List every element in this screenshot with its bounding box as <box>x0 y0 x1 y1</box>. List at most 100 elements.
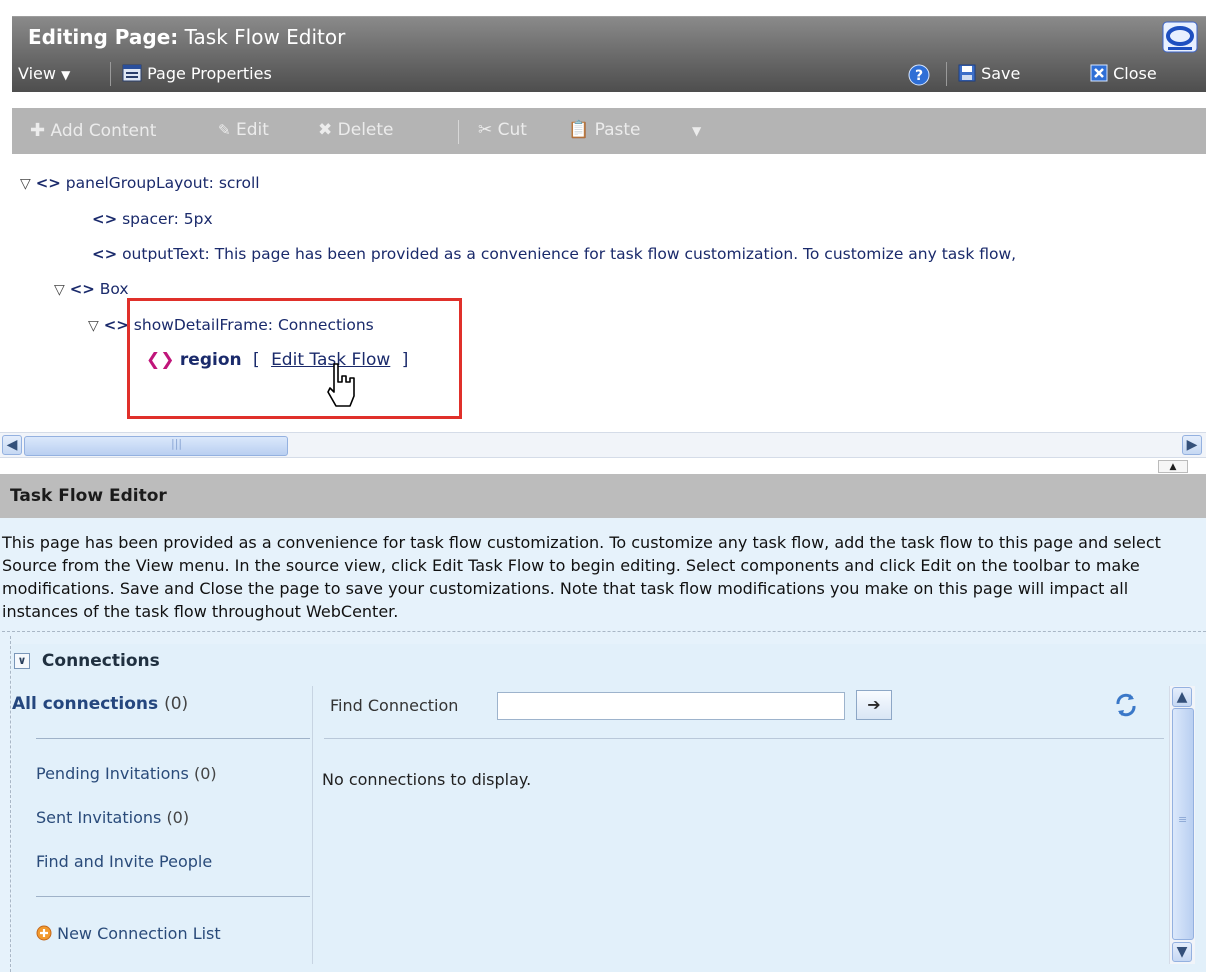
editor-menu-bar: View ▼ Page Properties ? Save Close <box>12 56 1206 92</box>
page-properties-button[interactable]: Page Properties <box>122 64 272 83</box>
expanded-triangle-icon[interactable]: ▽ <box>88 318 99 334</box>
pending-invitations-link[interactable]: Pending Invitations (0) <box>36 764 217 783</box>
new-list-label: New Connection List <box>57 924 221 943</box>
delete-button[interactable]: ✖ Delete <box>318 120 394 140</box>
tree-node-panel-group[interactable]: ▽ <> panelGroupLayout: scroll <box>20 174 260 192</box>
close-button[interactable]: Close <box>1090 64 1157 83</box>
dashed-divider <box>2 631 1206 632</box>
tree-node-label[interactable]: outputText: This page has been provided … <box>122 245 1016 263</box>
edit-button[interactable]: ✎ Edit <box>218 120 269 140</box>
oracle-logo-icon <box>1162 21 1198 53</box>
delete-label: Delete <box>337 120 394 140</box>
cut-label: Cut <box>497 120 527 140</box>
tree-node-box[interactable]: ▽ <> Box <box>54 280 129 298</box>
clipboard-icon: 📋 <box>568 120 590 140</box>
scissors-icon: ✂ <box>478 120 493 140</box>
paste-button[interactable]: 📋 Paste <box>568 120 640 140</box>
sent-label: Sent Invitations <box>36 808 162 827</box>
horizontal-scrollbar[interactable]: ◀ ||| ▶ <box>0 432 1206 458</box>
all-connections-link[interactable]: All connections (0) <box>12 694 188 714</box>
tree-node-spacer[interactable]: <> spacer: 5px <box>92 210 213 228</box>
cut-button[interactable]: ✂ Cut <box>478 120 527 140</box>
grip-icon: ||| <box>171 437 183 450</box>
pending-count: (0) <box>193 764 217 783</box>
save-label: Save <box>981 64 1021 83</box>
connections-title: Connections <box>41 651 160 671</box>
scroll-thumb[interactable]: ≡ <box>1172 708 1194 940</box>
pending-label: Pending Invitations <box>36 764 189 783</box>
chevron-down-icon: ▼ <box>61 68 71 82</box>
scroll-left-arrow-icon[interactable]: ◀ <box>2 435 22 455</box>
section-title: Task Flow Editor <box>10 486 167 506</box>
page-title: Editing Page: Task Flow Editor <box>28 25 345 49</box>
scroll-thumb[interactable]: ||| <box>24 436 288 456</box>
hand-pointer-cursor-icon <box>327 363 355 407</box>
close-icon <box>1090 64 1108 82</box>
tree-node-label[interactable]: spacer: 5px <box>122 210 213 228</box>
find-connection-input[interactable] <box>497 692 845 720</box>
add-plus-icon <box>36 925 52 941</box>
find-invite-label: Find and Invite People <box>36 852 213 871</box>
help-icon[interactable]: ? <box>908 64 930 86</box>
grip-icon: ≡ <box>1178 813 1188 826</box>
tree-node-label[interactable]: panelGroupLayout: scroll <box>66 174 260 192</box>
section-header: Task Flow Editor <box>0 474 1206 518</box>
toolbar-divider <box>458 120 459 144</box>
menu-divider <box>946 62 947 86</box>
vertical-scrollbar[interactable]: ▲ ≡ ▼ <box>1169 686 1195 964</box>
tree-node-output-text[interactable]: <> outputText: This page has been provid… <box>92 245 1016 263</box>
view-menu[interactable]: View ▼ <box>18 64 70 83</box>
sent-invitations-link[interactable]: Sent Invitations (0) <box>36 808 189 827</box>
close-label: Close <box>1113 64 1157 83</box>
find-connection-label: Find Connection <box>330 696 459 715</box>
component-tag-icon: <> <box>103 316 129 334</box>
component-tag-icon: <> <box>35 174 61 192</box>
column-divider <box>312 686 313 964</box>
collapse-splitter-button[interactable]: ▲ <box>1158 460 1188 473</box>
dashed-divider <box>10 636 11 972</box>
save-button[interactable]: Save <box>958 64 1020 83</box>
all-connections-label: All connections <box>12 694 159 714</box>
add-content-icon: ✚ <box>30 120 46 141</box>
paste-label: Paste <box>594 120 641 140</box>
page-title-name: Task Flow Editor <box>184 25 346 49</box>
edit-label: Edit <box>235 120 269 140</box>
all-connections-count: (0) <box>164 694 189 714</box>
add-content-button[interactable]: ✚ Add Content <box>30 120 156 141</box>
tree-node-label[interactable]: Box <box>100 280 129 298</box>
collapse-chevron-icon[interactable]: ∨ <box>14 653 30 669</box>
scroll-up-arrow-icon[interactable]: ▲ <box>1172 687 1192 707</box>
empty-list-message: No connections to display. <box>322 770 532 789</box>
page-properties-label: Page Properties <box>147 64 272 83</box>
scroll-down-arrow-icon[interactable]: ▼ <box>1172 942 1192 962</box>
edit-toolbar: ✚ Add Content ✎ Edit ✖ Delete ✂ Cut 📋 Pa… <box>12 108 1206 154</box>
component-tag-icon: <> <box>92 245 118 263</box>
left-divider <box>36 738 310 739</box>
arrow-right-icon: ➔ <box>867 695 881 714</box>
add-content-label: Add Content <box>50 121 157 141</box>
paste-options-dropdown[interactable]: ▼ <box>692 124 701 138</box>
editor-title-bar: Editing Page: Task Flow Editor <box>12 16 1206 56</box>
connections-header[interactable]: ∨ Connections <box>14 651 160 671</box>
expanded-triangle-icon[interactable]: ▽ <box>54 282 65 298</box>
component-tag-icon: <> <box>69 280 95 298</box>
find-go-button[interactable]: ➔ <box>856 690 892 720</box>
expanded-triangle-icon[interactable]: ▽ <box>20 176 31 192</box>
refresh-icon[interactable] <box>1112 692 1140 718</box>
chevron-down-icon: ▼ <box>692 124 702 138</box>
menu-divider <box>110 62 111 86</box>
page-title-prefix: Editing Page: <box>28 25 179 49</box>
list-divider <box>324 738 1164 739</box>
highlight-callout-box <box>127 298 462 419</box>
section-description: This page has been provided as a conveni… <box>2 533 1161 621</box>
scroll-right-arrow-icon[interactable]: ▶ <box>1182 435 1202 455</box>
page-properties-icon <box>122 64 142 82</box>
delete-x-icon: ✖ <box>318 120 333 140</box>
new-connection-list-link[interactable]: New Connection List <box>36 924 221 943</box>
view-menu-label: View <box>18 64 56 83</box>
edit-pencil-icon: ✎ <box>218 121 231 139</box>
sent-count: (0) <box>166 808 190 827</box>
find-invite-people-link[interactable]: Find and Invite People <box>36 852 212 871</box>
component-tag-icon: <> <box>92 210 118 228</box>
left-divider <box>36 896 310 897</box>
